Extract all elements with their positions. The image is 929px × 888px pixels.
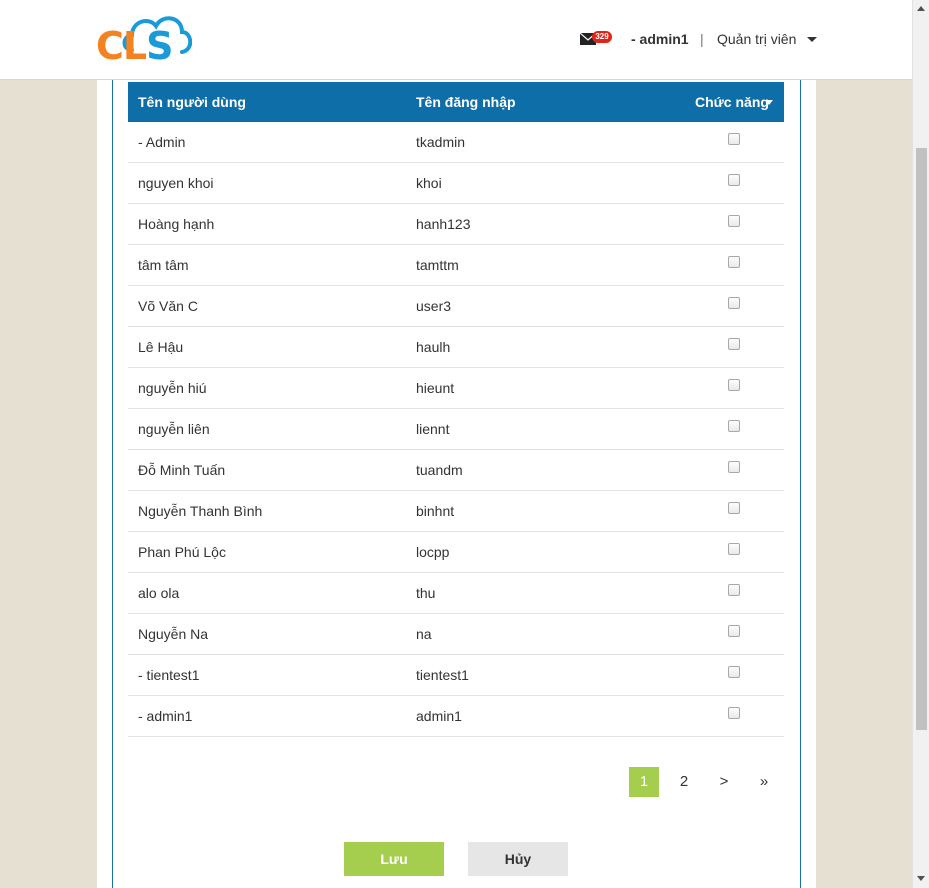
cell-login: na	[416, 626, 432, 642]
cell-login: tientest1	[416, 667, 469, 683]
table-row: tâm tâm tamttm	[128, 245, 784, 286]
cell-username: nguyễn liên	[138, 421, 210, 437]
last-page-button[interactable]: »	[749, 767, 779, 797]
cell-username: Võ Văn C	[138, 298, 198, 314]
cell-login: liennt	[416, 421, 450, 437]
caret-down-icon[interactable]	[765, 100, 773, 105]
row-checkbox[interactable]	[728, 502, 740, 514]
table-body: - Admin tkadmin nguyen khoi khoi Hoàng hạn…	[128, 122, 784, 737]
row-checkbox[interactable]	[728, 133, 740, 145]
logo-text-main: CL	[96, 24, 147, 68]
column-header-login: Tên đăng nhập	[416, 94, 516, 110]
row-checkbox[interactable]	[728, 215, 740, 227]
save-button[interactable]: Lưu	[344, 842, 444, 876]
row-checkbox[interactable]	[728, 379, 740, 391]
cell-login: thu	[416, 585, 436, 601]
row-checkbox[interactable]	[728, 543, 740, 555]
scroll-down-arrow-icon[interactable]	[917, 876, 925, 881]
cell-username: Nguyễn Na	[138, 626, 209, 642]
page-scrollbar[interactable]	[912, 0, 929, 888]
logo-text-accent: S	[146, 24, 173, 68]
table-row: nguyễn hiú hieunt	[128, 368, 784, 409]
row-checkbox[interactable]	[728, 420, 740, 432]
scrollbar-thumb[interactable]	[916, 148, 927, 730]
cell-username: Nguyễn Thanh Bình	[138, 503, 263, 519]
cell-username: Lê Hậu	[138, 339, 184, 355]
cell-username: nguyễn hiú	[138, 380, 207, 396]
table-header: Tên người dùng Tên đăng nhập Chức năng	[128, 82, 784, 122]
table-row: - admin1 admin1	[128, 696, 784, 737]
cell-login: locpp	[416, 544, 450, 560]
table-row: Lê Hậu haulh	[128, 327, 784, 368]
cell-login: hanh123	[416, 216, 471, 232]
cell-login: hieunt	[416, 380, 455, 396]
table-row: Đỗ Minh Tuấn tuandm	[128, 450, 784, 491]
cls-logo[interactable]: CLS	[94, 12, 192, 70]
row-checkbox[interactable]	[728, 297, 740, 309]
cell-login: tuandm	[416, 462, 463, 478]
column-header-username: Tên người dùng	[138, 94, 246, 110]
table-row: Nguyễn Thanh Bình binhnt	[128, 491, 784, 532]
row-checkbox[interactable]	[728, 461, 740, 473]
table-row: alo ola thu	[128, 573, 784, 614]
row-checkbox[interactable]	[728, 584, 740, 596]
cell-username: nguyen khoi	[138, 175, 214, 191]
cell-username: tâm tâm	[138, 257, 189, 273]
table-row: Phan Phú Lộc locpp	[128, 532, 784, 573]
table-row: Nguyễn Na na	[128, 614, 784, 655]
scroll-up-arrow-icon[interactable]	[917, 6, 925, 11]
cell-login: tkadmin	[416, 134, 466, 150]
row-checkbox[interactable]	[728, 625, 740, 637]
cell-username: Đỗ Minh Tuấn	[138, 462, 226, 478]
table-row: nguyễn liên liennt	[128, 409, 784, 450]
logo-text: CLS	[96, 24, 173, 68]
header-separator: |	[700, 31, 704, 47]
next-page-button[interactable]: >	[709, 767, 739, 797]
cell-login: khoi	[416, 175, 442, 191]
row-checkbox[interactable]	[728, 707, 740, 719]
table-row: nguyen khoi khoi	[128, 163, 784, 204]
top-navbar: CLS 329 - admin1 | Quản trị viên	[0, 0, 912, 80]
caret-down-icon[interactable]	[807, 37, 817, 42]
cancel-button[interactable]: Hủy	[468, 842, 568, 876]
cell-login: binhnt	[416, 503, 455, 519]
cell-login: haulh	[416, 339, 451, 355]
cell-login: user3	[416, 298, 452, 314]
table-row: - Admin tkadmin	[128, 122, 784, 163]
cell-username: Phan Phú Lộc	[138, 544, 226, 560]
cell-username: - tientest1	[138, 667, 200, 683]
table-row: Hoàng hạnh hanh123	[128, 204, 784, 245]
table-row: Võ Văn C user3	[128, 286, 784, 327]
row-checkbox[interactable]	[728, 174, 740, 186]
user-name[interactable]: - admin1	[631, 31, 689, 47]
cell-username: - Admin	[138, 134, 186, 150]
cell-login: tamttm	[416, 257, 459, 273]
row-checkbox[interactable]	[728, 256, 740, 268]
mail-count-badge: 329	[592, 31, 612, 43]
page-2-button[interactable]: 2	[669, 767, 699, 797]
row-checkbox[interactable]	[728, 338, 740, 350]
column-header-function[interactable]: Chức năng	[695, 94, 769, 110]
row-checkbox[interactable]	[728, 666, 740, 678]
cell-login: admin1	[416, 708, 462, 724]
page-1-button[interactable]: 1	[629, 767, 659, 797]
cell-username: alo ola	[138, 585, 180, 601]
role-dropdown[interactable]: Quản trị viên	[717, 31, 796, 47]
table-row: - tientest1 tientest1	[128, 655, 784, 696]
cell-username: Hoàng hạnh	[138, 216, 215, 232]
cell-username: - admin1	[138, 708, 193, 724]
